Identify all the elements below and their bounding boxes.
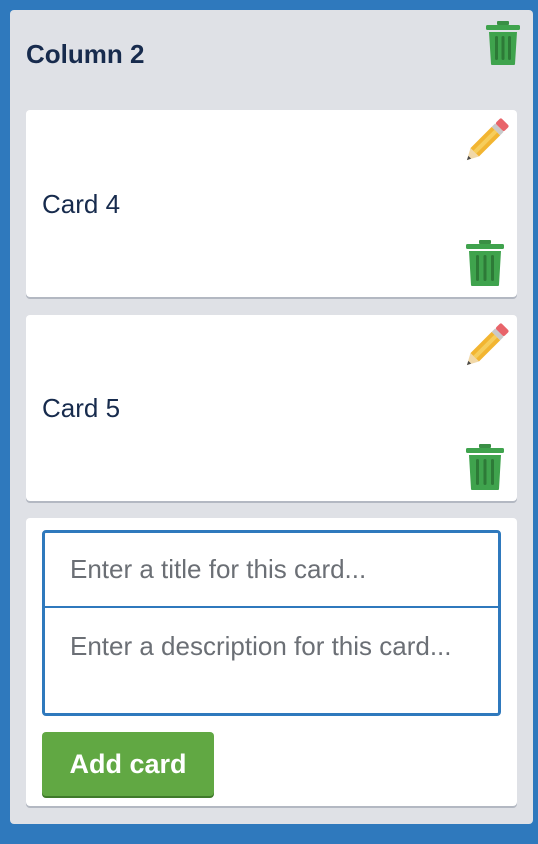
trash-icon[interactable] [465, 239, 505, 287]
trash-icon[interactable] [485, 20, 521, 66]
add-card-button[interactable]: Add card [42, 732, 214, 796]
card-title: Card 5 [42, 393, 121, 423]
add-card-form: Add card [26, 518, 517, 806]
pencil-icon[interactable] [461, 116, 511, 166]
card-title: Card 4 [42, 188, 121, 219]
card[interactable]: Card 4 [26, 110, 517, 297]
trash-icon[interactable] [465, 443, 505, 491]
column: Column 2 Card 4 Card 5 Enter a title for… [10, 10, 533, 824]
card-input-group [42, 530, 501, 716]
card-description-input[interactable] [45, 608, 498, 713]
pencil-icon[interactable] [461, 321, 511, 371]
card-title-input[interactable] [45, 533, 498, 608]
card[interactable]: Card 5 [26, 315, 517, 501]
column-title: Column 2 [26, 39, 145, 69]
